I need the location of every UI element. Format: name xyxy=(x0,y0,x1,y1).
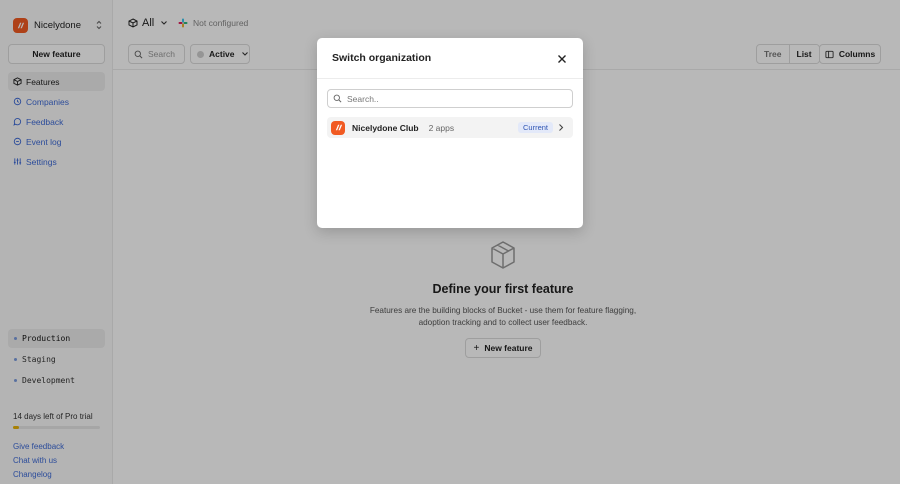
org-item-apps: 2 apps xyxy=(428,122,455,133)
org-item-name: Nicelydone Club xyxy=(352,122,419,133)
modal-header: Switch organization xyxy=(317,38,583,79)
org-search-input[interactable]: Search.. xyxy=(327,89,573,108)
close-icon[interactable] xyxy=(557,54,567,64)
org-search-placeholder: Search.. xyxy=(347,93,379,104)
switch-organization-dialog: Switch organization Search.. Nicelydone … xyxy=(317,38,583,228)
bucket-logo-icon xyxy=(331,120,345,135)
search-icon xyxy=(333,94,342,103)
modal-title: Switch organization xyxy=(332,52,432,64)
current-badge: Current xyxy=(517,122,553,133)
org-list-item[interactable]: Nicelydone Club 2 apps Current xyxy=(327,117,573,138)
chevron-right-icon xyxy=(559,124,564,131)
